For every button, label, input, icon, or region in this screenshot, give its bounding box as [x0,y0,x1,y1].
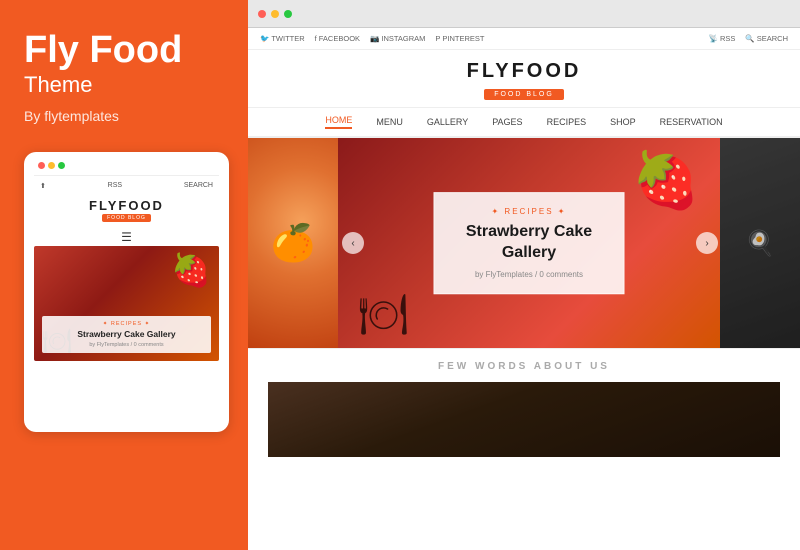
hero-right-panel: 🍳 [720,138,800,348]
mobile-dot-red [38,162,45,169]
hero-right-food-visual: 🍳 [720,138,800,348]
facebook-link[interactable]: f FACEBOOK [315,34,360,43]
mobile-post-title: Strawberry Cake Gallery [49,329,204,340]
mobile-recipes-tag: ✦ RECIPES ✦ [49,321,204,327]
site-logo[interactable]: FLYFOOD [248,60,800,83]
hero-left-panel: 🍊 [248,138,338,348]
mobile-dot-green [58,162,65,169]
site-logo-area: FLYFOOD FOOD BLOG [248,50,800,108]
twitter-link[interactable]: 🐦 TWITTER [260,34,305,43]
browser-dot-yellow [271,10,279,18]
nav-menu[interactable]: MENU [376,117,403,127]
mobile-rss: RSS [108,182,122,189]
about-section: FEW WORDS ABOUT US [248,348,800,465]
hero-left-food-visual: 🍊 [248,138,338,348]
subtitle-text: Theme [24,72,224,98]
mobile-dot-yellow [48,162,55,169]
main-nav: HOME MENU GALLERY PAGES RECIPES SHOP RES… [248,108,800,138]
utility-bar: 🐦 TWITTER f FACEBOOK 📷 INSTAGRAM P PINTE… [248,28,800,50]
nav-reservation[interactable]: RESERVATION [660,117,723,127]
title-text: Fly Food [24,30,224,72]
left-panel: Fly Food Theme By flytemplates ⬆ RSS SEA… [0,0,248,550]
hero-recipes-tag: ✦ RECIPES ✦ [455,207,604,216]
browser-dot-red [258,10,266,18]
browser-dot-green [284,10,292,18]
rss-link[interactable]: 📡 RSS [709,34,736,43]
utility-right: 📡 RSS 🔍 SEARCH [709,34,788,43]
browser-chrome [248,0,800,28]
mobile-search: SEARCH [184,182,213,189]
nav-pages[interactable]: PAGES [492,117,522,127]
instagram-link[interactable]: 📷 INSTAGRAM [370,34,425,43]
mobile-nav-bar: ⬆ RSS SEARCH [34,182,219,194]
pinterest-link[interactable]: P PINTEREST [435,34,484,43]
about-image-strip [268,382,780,457]
website-content: 🐦 TWITTER f FACEBOOK 📷 INSTAGRAM P PINTE… [248,28,800,550]
utility-left: 🐦 TWITTER f FACEBOOK 📷 INSTAGRAM P PINTE… [260,34,485,43]
hero-plate-icon: 🍽 [358,291,409,338]
about-img-inner [268,382,780,457]
hero-overlay-box: ✦ RECIPES ✦ Strawberry Cake Gallery by F… [434,192,625,294]
mobile-logo-text: FLYFOOD [89,198,164,213]
mobile-strawberry-icon: 🍓 [171,251,211,289]
search-link[interactable]: 🔍 SEARCH [745,34,788,43]
theme-title: Fly Food Theme [24,30,224,104]
mobile-logo-badge: FOOD BLOG [102,214,151,222]
nav-home[interactable]: HOME [325,115,352,129]
author-text: By flytemplates [24,108,224,124]
mobile-share-icon: ⬆ [40,182,46,190]
right-panel: 🐦 TWITTER f FACEBOOK 📷 INSTAGRAM P PINTE… [248,0,800,550]
nav-recipes[interactable]: RECIPES [547,117,587,127]
hero-strawberry-icon: 🍓 [632,148,700,213]
about-image [268,382,780,457]
mobile-mockup: ⬆ RSS SEARCH FLYFOOD FOOD BLOG ☰ 🍓 🍽 ✦ R… [24,152,229,432]
slider-prev-button[interactable]: ‹ [342,232,364,254]
slider-next-button[interactable]: › [696,232,718,254]
mobile-hamburger-icon[interactable]: ☰ [34,226,219,246]
hero-post-title: Strawberry Cake Gallery [455,222,604,264]
about-title: FEW WORDS ABOUT US [268,361,780,372]
mobile-post-meta: by FlyTemplates / 0 comments [49,342,204,348]
mobile-top-bar [34,162,219,176]
mobile-logo: FLYFOOD FOOD BLOG [34,194,219,226]
mobile-post-overlay: ✦ RECIPES ✦ Strawberry Cake Gallery by F… [42,316,211,353]
site-tagline: FOOD BLOG [484,89,564,100]
nav-gallery[interactable]: GALLERY [427,117,468,127]
mobile-hero: 🍓 🍽 ✦ RECIPES ✦ Strawberry Cake Gallery … [34,246,219,361]
mobile-dots [38,162,65,169]
hero-area: 🍊 🍓 🍽 ✦ RECIPES ✦ Strawberry Cake Galler… [248,138,800,348]
nav-shop[interactable]: SHOP [610,117,636,127]
hero-main-panel: 🍓 🍽 ✦ RECIPES ✦ Strawberry Cake Gallery … [338,138,720,348]
hero-post-meta: by FlyTemplates / 0 comments [455,270,604,279]
